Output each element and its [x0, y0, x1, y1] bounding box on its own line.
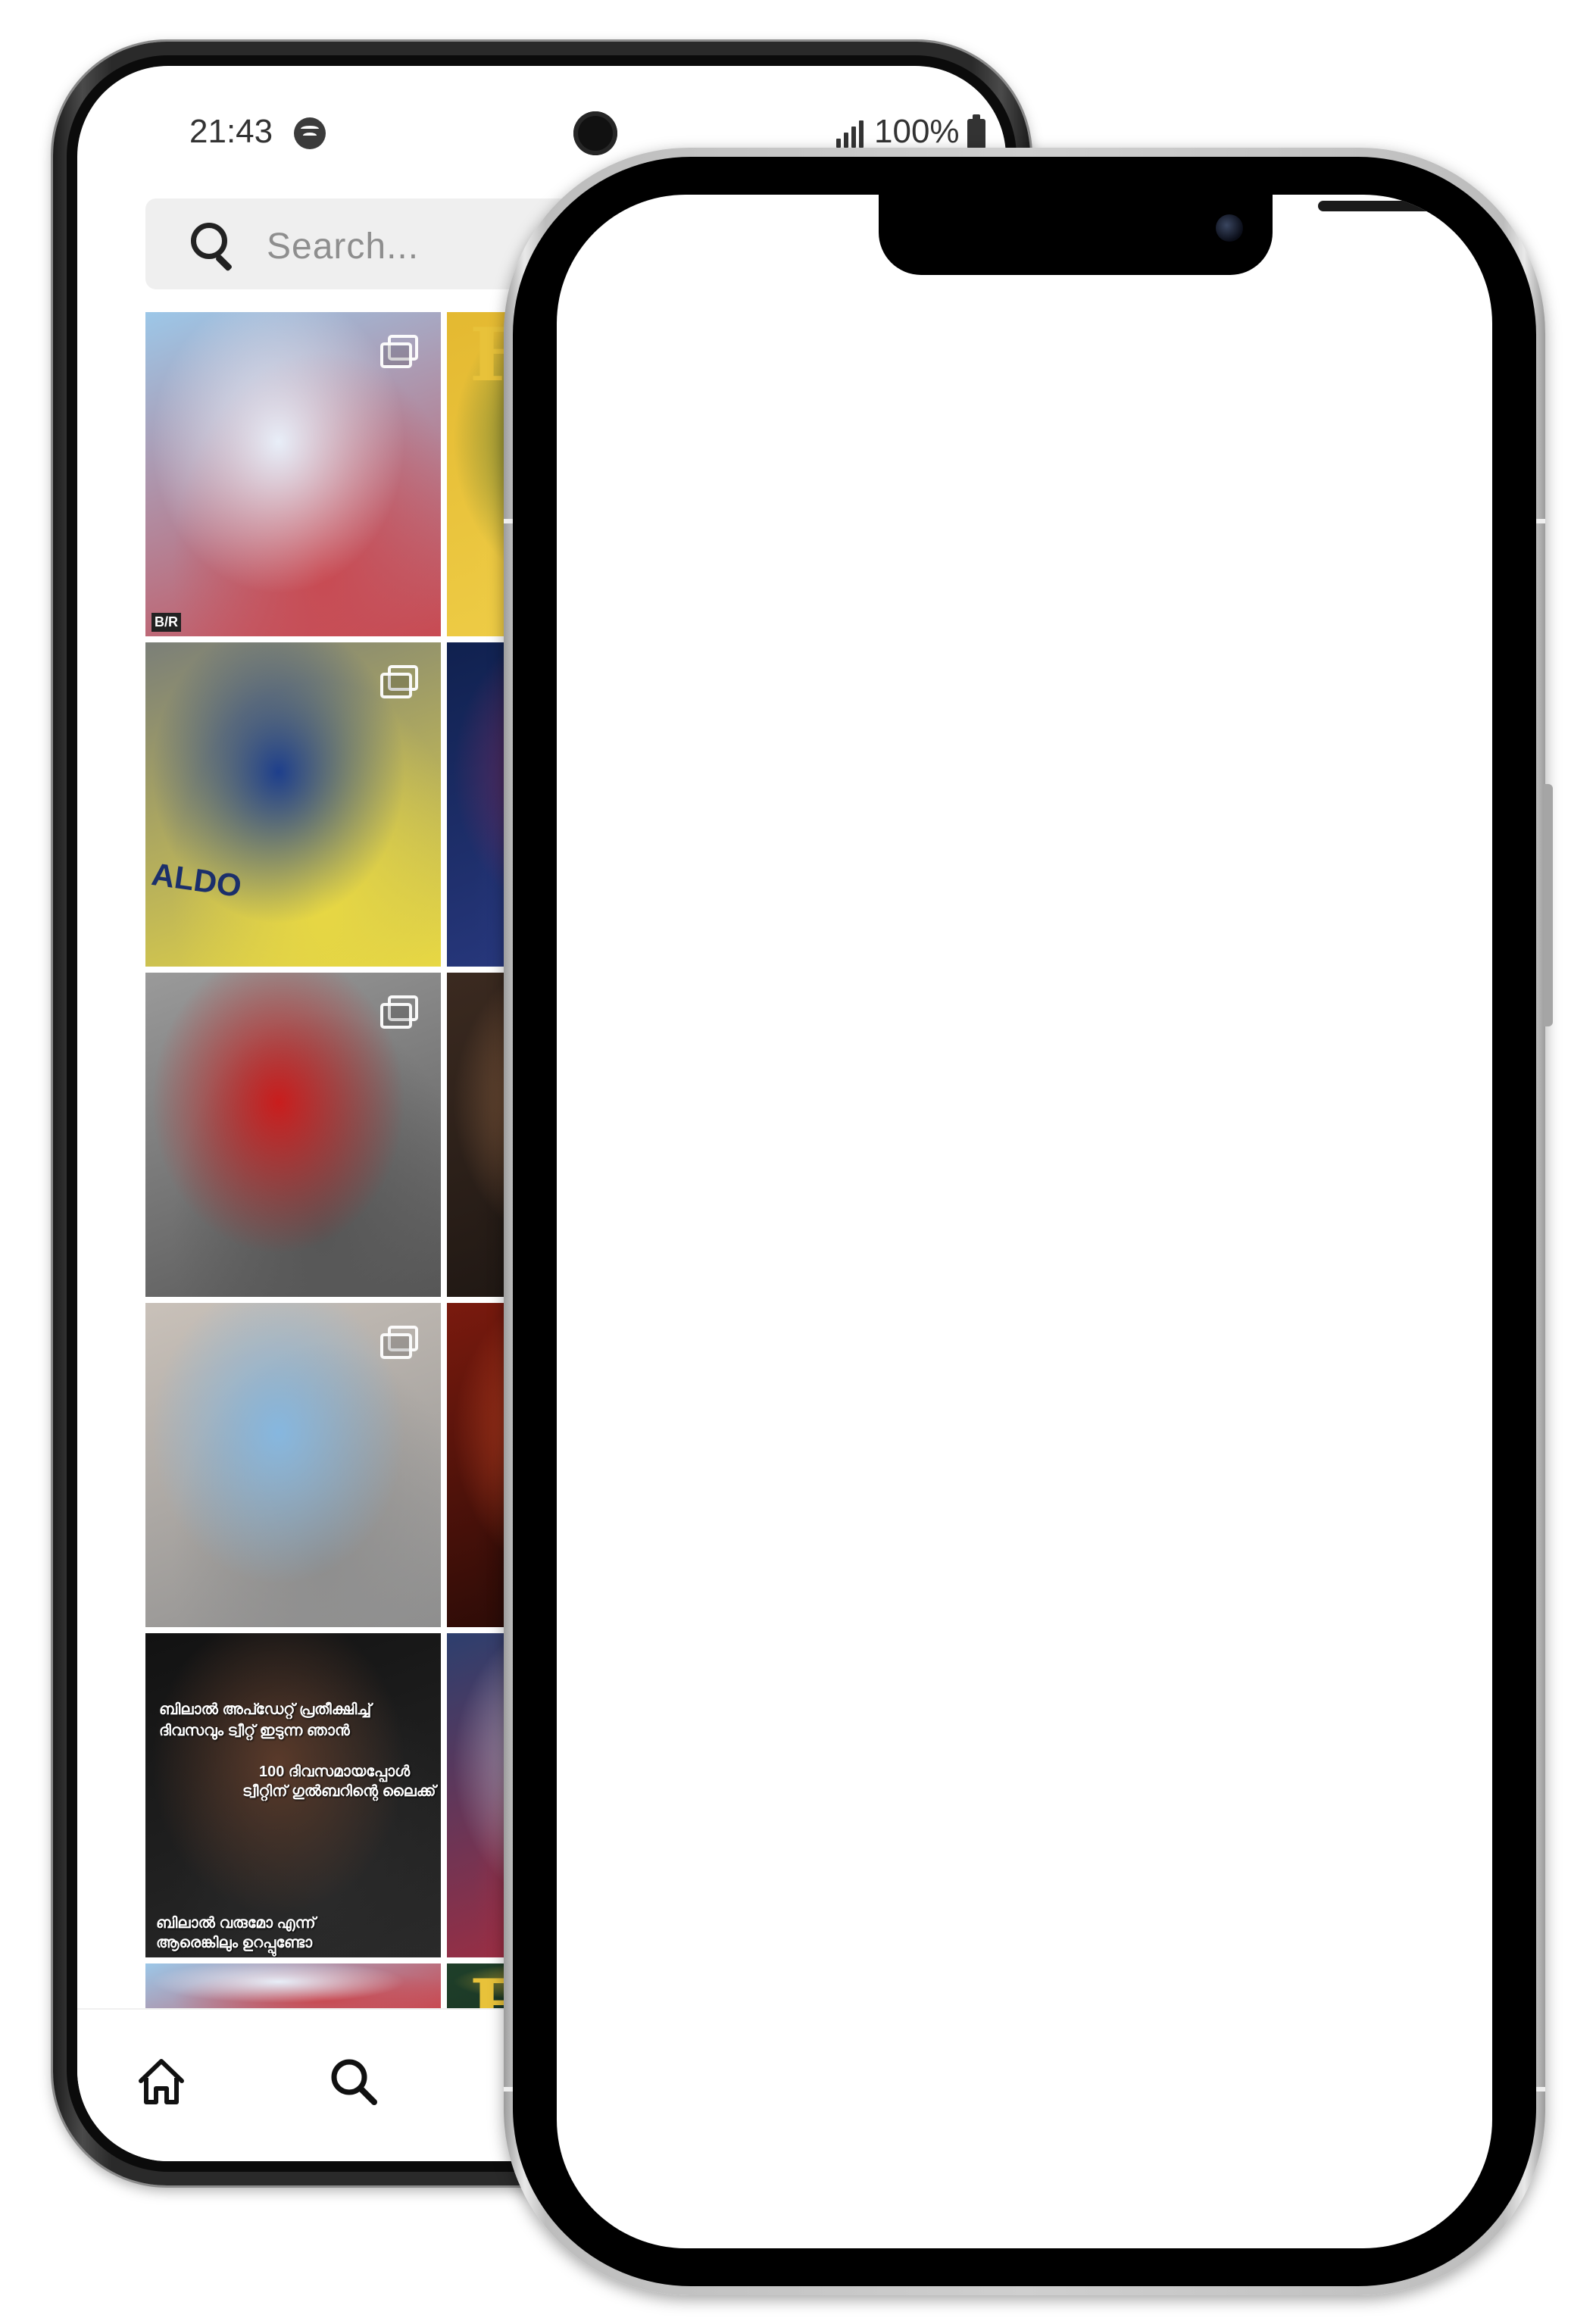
battery-level: 100% [874, 113, 960, 150]
tile-team-photo-repeat[interactable] [145, 1963, 441, 2009]
meme-caption: ബിലാൽ അപ്ഡേറ്റ് പ്രതീക്ഷിച്ച് [159, 1701, 372, 1718]
multiple-images-icon [380, 335, 421, 370]
iphone-screen [557, 195, 1492, 2248]
antenna-band [1536, 519, 1545, 523]
tile-ronaldo[interactable]: ALDO [145, 642, 441, 967]
earpiece-speaker [1318, 201, 1477, 211]
meme-caption: ബിലാൽ വരുമോ എന്ന് [156, 1915, 316, 1932]
tile-motogp[interactable] [145, 973, 441, 1297]
meme-caption: ട്വീറ്റിന് ഗുൽബറിന്റെ ലൈക്ക് [242, 1783, 436, 1800]
multiple-images-icon [380, 665, 421, 700]
tile-meme[interactable]: ബിലാൽ അപ്ഡേറ്റ് പ്രതീക്ഷിച്ച് ദിവസവും ട്വ… [145, 1633, 441, 1957]
tile-couple[interactable] [145, 1303, 441, 1627]
nav-search-icon[interactable] [327, 2055, 380, 2108]
tile-text: ALDO [149, 855, 244, 904]
search-icon [191, 223, 227, 259]
tile-team-photo[interactable]: B/R [145, 312, 441, 636]
home-icon[interactable] [135, 2055, 188, 2108]
battery-icon [967, 114, 985, 149]
notch [879, 195, 1477, 275]
meme-caption: ആരെങ്കിലും ഉറപ്പുണ്ടോ [156, 1935, 313, 1951]
antenna-band [504, 519, 513, 523]
meme-caption: 100 ദിവസമായപ്പോൾ [259, 1763, 411, 1780]
front-camera-icon [573, 111, 617, 155]
side-button [1544, 784, 1553, 1026]
device-mockup: 21:43 100% Search... B/RFulALDOബിലാൽ അപ്… [0, 0, 1596, 2318]
multiple-images-icon [380, 1326, 421, 1360]
signal-icon [836, 119, 870, 148]
spotify-icon [294, 117, 326, 149]
antenna-band [504, 2087, 513, 2092]
tile-watermark: B/R [151, 613, 181, 632]
status-time: 21:43 [189, 113, 273, 150]
multiple-images-icon [380, 995, 421, 1030]
iphone [504, 148, 1553, 2295]
search-placeholder: Search... [267, 226, 420, 267]
antenna-band [1536, 2087, 1545, 2092]
meme-caption: ദിവസവും ട്വീറ്റ് ഇടുന്ന ഞാൻ [159, 1723, 350, 1739]
front-camera-icon [1216, 214, 1243, 242]
